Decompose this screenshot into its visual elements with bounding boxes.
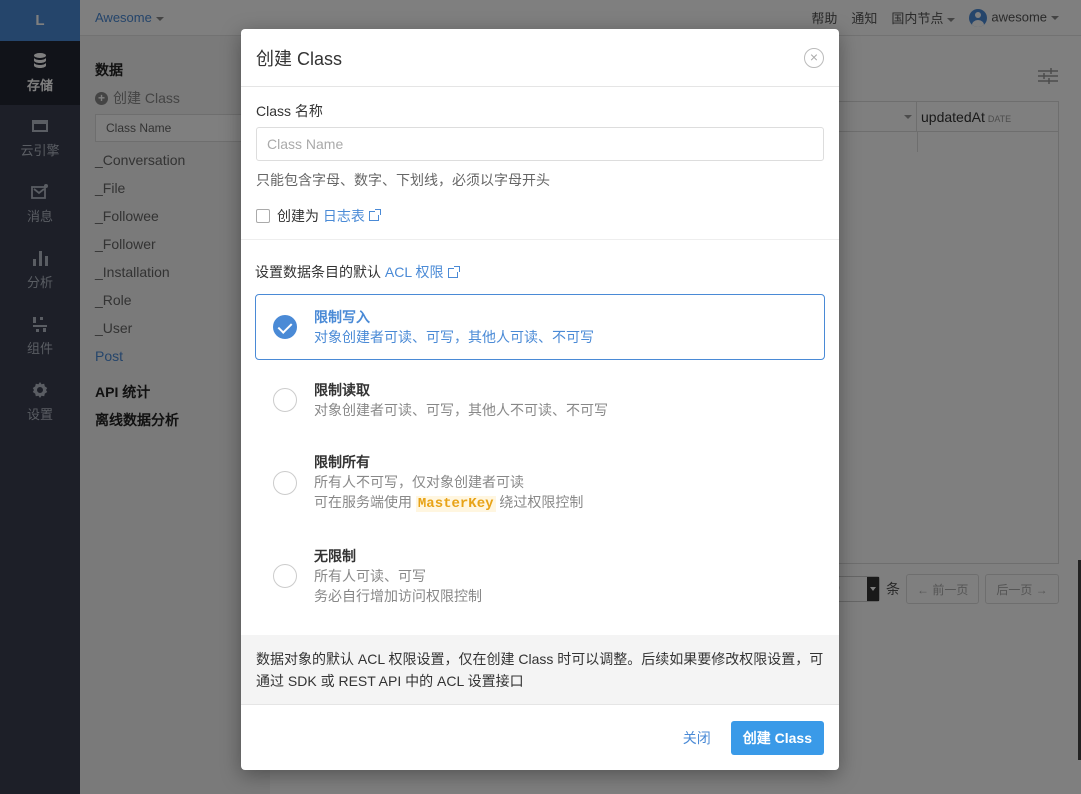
option-title: 限制所有 — [314, 454, 370, 470]
class-name-label: Class 名称 — [256, 103, 323, 119]
close-button[interactable]: 关闭 — [683, 728, 711, 748]
log-table-checkbox[interactable] — [256, 209, 270, 223]
option-title: 限制读取 — [314, 382, 370, 398]
class-name-input[interactable] — [256, 127, 824, 161]
acl-option-limit-read[interactable]: 限制读取 对象创建者可读、可写，其他人不可读、不可写 — [255, 367, 825, 433]
option-title: 无限制 — [314, 548, 356, 564]
log-table-label: 创建为 — [277, 208, 319, 224]
option-body: 限制读取 对象创建者可读、可写，其他人不可读、不可写 — [314, 380, 608, 420]
class-name-section: Class 名称 只能包含字母、数字、下划线，必须以字母开头 创建为 日志表 — [241, 87, 839, 240]
modal-footer: 关闭 创建 Class — [241, 704, 839, 770]
option-desc: 所有人不可写，仅对象创建者可读 — [314, 474, 524, 490]
option-desc: 对象创建者可读、可写，其他人可读、不可写 — [314, 329, 594, 345]
acl-option-no-limit[interactable]: 无限制 所有人可读、可写 务必自行增加访问权限控制 — [255, 533, 825, 619]
option-body: 限制所有 所有人不可写，仅对象创建者可读 可在服务端使用 MasterKey 绕… — [314, 452, 583, 514]
create-class-button[interactable]: 创建 Class — [730, 720, 824, 755]
acl-title-text: 设置数据条目的默认 — [255, 264, 381, 280]
option-desc-pre: 可在服务端使用 — [314, 494, 412, 510]
acl-title: 设置数据条目的默认 ACL 权限 — [255, 262, 825, 282]
external-link-icon — [447, 266, 460, 278]
masterkey-code: MasterKey — [415, 496, 496, 512]
option-desc-2: 可在服务端使用 MasterKey 绕过权限控制 — [314, 492, 583, 514]
external-link-icon — [368, 209, 381, 221]
check-circle-icon[interactable] — [273, 315, 297, 339]
option-body: 无限制 所有人可读、可写 务必自行增加访问权限控制 — [314, 546, 482, 606]
option-title: 限制写入 — [314, 309, 370, 325]
class-name-help: 只能包含字母、数字、下划线，必须以字母开头 — [256, 172, 550, 188]
acl-link[interactable]: ACL 权限 — [385, 264, 444, 280]
log-table-row: 创建为 日志表 — [256, 206, 824, 226]
option-desc-post: 绕过权限控制 — [499, 494, 584, 510]
acl-note: 数据对象的默认 ACL 权限设置，仅在创建 Class 时可以调整。后续如果要修… — [241, 635, 839, 704]
radio-circle-icon[interactable] — [273, 564, 297, 588]
create-class-modal: 创建 Class × Class 名称 只能包含字母、数字、下划线，必须以字母开… — [241, 29, 839, 770]
close-icon[interactable]: × — [804, 47, 824, 68]
option-desc-2: 务必自行增加访问权限控制 — [314, 588, 482, 604]
acl-option-limit-write[interactable]: 限制写入 对象创建者可读、可写，其他人可读、不可写 — [255, 294, 825, 360]
radio-circle-icon[interactable] — [273, 388, 297, 412]
acl-option-limit-all[interactable]: 限制所有 所有人不可写，仅对象创建者可读 可在服务端使用 MasterKey 绕… — [255, 440, 825, 526]
modal-header: 创建 Class × — [241, 29, 839, 87]
log-table-link[interactable]: 日志表 — [323, 206, 365, 226]
acl-section: 设置数据条目的默认 ACL 权限 限制写入 对象创建者可读、可写，其他人可读、不… — [241, 240, 839, 619]
option-desc: 所有人可读、可写 — [314, 568, 426, 584]
option-desc: 对象创建者可读、可写，其他人不可读、不可写 — [314, 402, 608, 418]
modal-title: 创建 Class — [256, 48, 343, 69]
option-body: 限制写入 对象创建者可读、可写，其他人可读、不可写 — [314, 307, 594, 347]
radio-circle-icon[interactable] — [273, 471, 297, 495]
